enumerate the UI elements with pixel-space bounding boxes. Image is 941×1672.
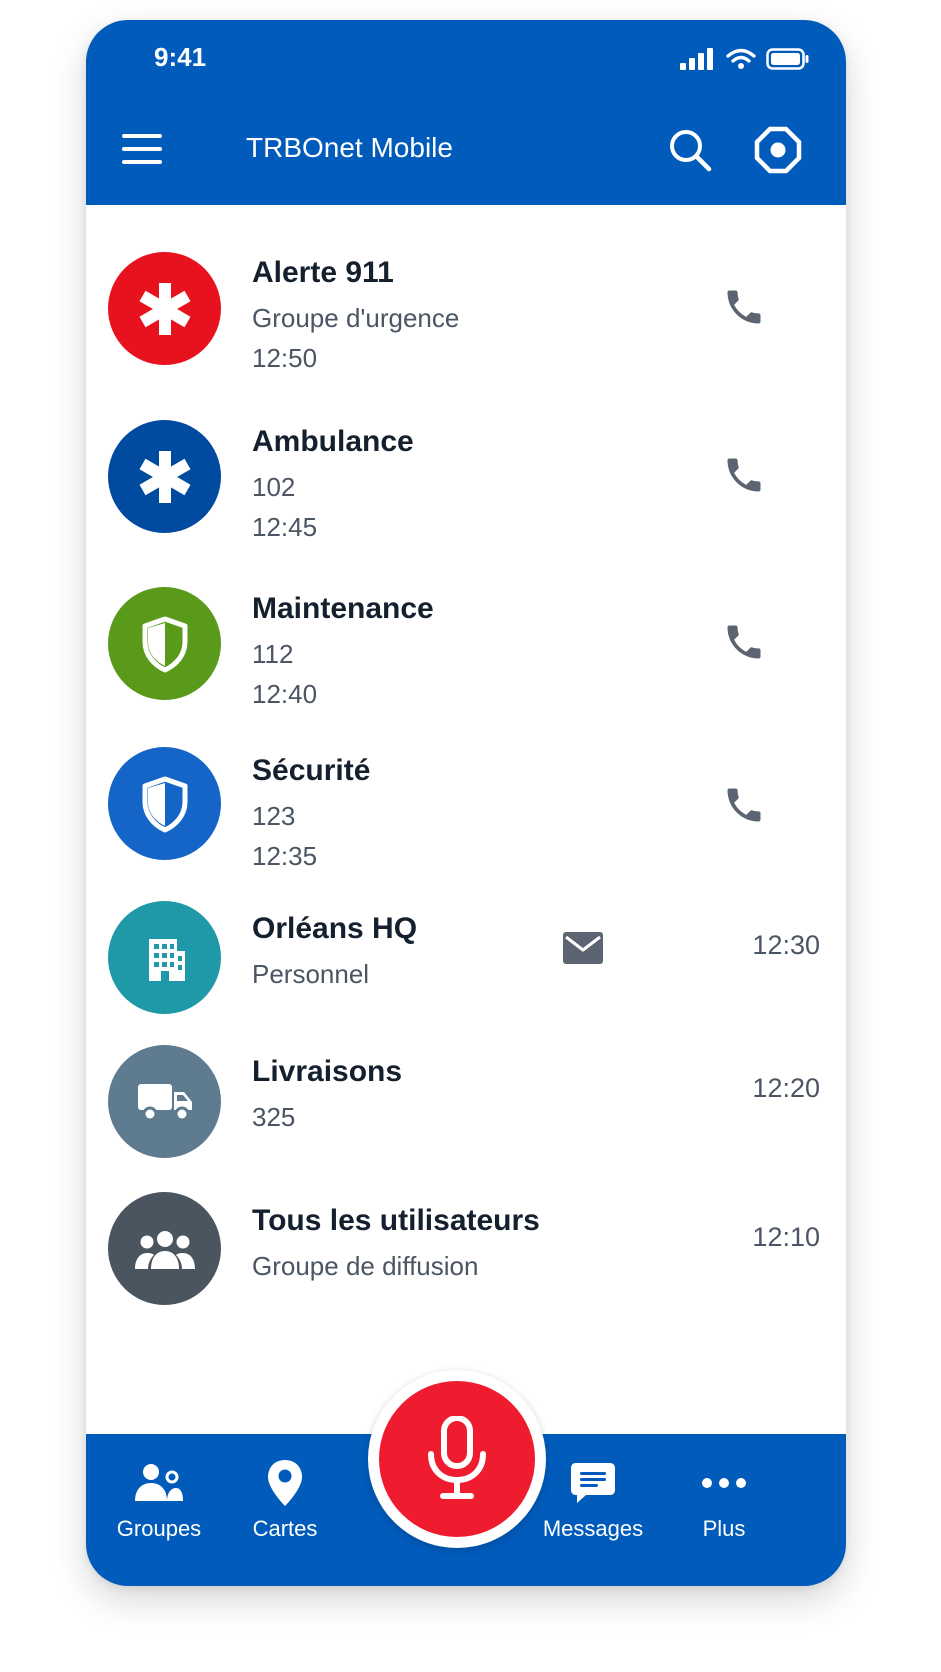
item-time: 12:10 xyxy=(752,1222,820,1252)
octagon-status-icon xyxy=(754,126,802,174)
battery-icon xyxy=(766,48,809,70)
item-subtitle: 123 xyxy=(252,801,296,831)
shield-icon xyxy=(142,776,187,832)
item-name: Sécurité xyxy=(252,754,371,787)
radio-status-button[interactable] xyxy=(754,126,802,174)
item-subtitle: 112 xyxy=(252,639,294,669)
item-name: Livraisons xyxy=(252,1055,403,1088)
phone-icon xyxy=(727,788,761,822)
call-button[interactable] xyxy=(722,285,770,333)
nav-groups[interactable]: Groupes xyxy=(114,1434,204,1586)
avatar xyxy=(108,1045,221,1158)
item-time: 12:30 xyxy=(752,930,820,960)
list-item[interactable]: Sécurité 123 12:35 xyxy=(86,707,846,871)
signal-icon xyxy=(680,48,713,70)
nav-messages-label: Messages xyxy=(542,1516,644,1541)
item-name: Ambulance xyxy=(252,425,414,458)
item-time: 12:45 xyxy=(252,512,318,542)
status-icons xyxy=(680,48,810,70)
call-button[interactable] xyxy=(722,453,770,501)
wifi-icon xyxy=(726,48,756,69)
message-icon xyxy=(571,1463,615,1503)
list-item[interactable]: Orléans HQ Personnel 12:30 xyxy=(86,869,846,1017)
item-time: 12:35 xyxy=(252,841,318,871)
list-item[interactable]: Ambulance 102 12:45 xyxy=(86,375,846,542)
item-subtitle: 102 xyxy=(252,472,296,502)
building-icon xyxy=(148,938,185,981)
avatar xyxy=(108,901,221,1014)
item-name: Orléans HQ xyxy=(252,912,418,945)
call-button[interactable] xyxy=(722,620,770,668)
push-to-talk-button[interactable] xyxy=(379,1381,535,1537)
phone-icon xyxy=(727,290,761,324)
search-button[interactable] xyxy=(666,126,714,174)
asterisk-icon xyxy=(138,282,191,335)
avatar xyxy=(108,420,221,533)
item-subtitle: Groupe de diffusion xyxy=(252,1251,479,1281)
groups-icon xyxy=(135,1464,183,1501)
microphone-icon xyxy=(428,1416,486,1499)
list-item[interactable]: Maintenance 112 12:40 xyxy=(86,542,846,709)
item-name: Tous les utilisateurs xyxy=(252,1204,540,1237)
item-subtitle: 325 xyxy=(252,1102,296,1132)
envelope-icon xyxy=(561,930,605,966)
status-time: 9:41 xyxy=(154,42,207,72)
top-app-bar: 9:41 TRBOnet Mobile xyxy=(86,20,846,205)
item-time: 12:50 xyxy=(252,343,318,373)
avatar xyxy=(108,1192,221,1305)
list-item[interactable]: Alerte 911 Groupe d'urgence 12:50 xyxy=(86,205,846,375)
item-name: Maintenance xyxy=(252,592,434,625)
more-icon xyxy=(702,1478,746,1488)
search-icon xyxy=(670,130,712,172)
list-item[interactable]: Tous les utilisateurs Groupe de diffusio… xyxy=(86,1162,846,1312)
item-time: 12:20 xyxy=(752,1073,820,1103)
app-title: TRBOnet Mobile xyxy=(246,132,453,163)
nav-maps[interactable]: Cartes xyxy=(240,1434,330,1586)
list-item[interactable]: Livraisons 325 12:20 xyxy=(86,1017,846,1162)
avatar xyxy=(108,252,221,365)
item-subtitle: Groupe d'urgence xyxy=(252,303,460,333)
shield-icon xyxy=(142,616,187,672)
nav-more[interactable]: Plus xyxy=(684,1434,764,1586)
nav-groups-label: Groupes xyxy=(116,1516,202,1541)
item-subtitle: Personnel xyxy=(252,959,370,989)
avatar xyxy=(108,747,221,860)
map-pin-icon xyxy=(268,1460,302,1506)
asterisk-icon xyxy=(138,450,191,503)
nav-maps-label: Cartes xyxy=(252,1516,318,1541)
call-button[interactable] xyxy=(722,783,770,831)
item-name: Alerte 911 xyxy=(252,256,394,289)
menu-button[interactable] xyxy=(122,132,164,166)
item-time: 12:40 xyxy=(252,679,318,709)
phone-frame: 9:41 TRBOnet Mobile Alerte 911 Groupe d'… xyxy=(86,20,846,1586)
hamburger-icon xyxy=(122,134,162,164)
nav-more-label: Plus xyxy=(702,1516,746,1541)
group-icon xyxy=(134,1230,195,1269)
phone-icon xyxy=(727,458,761,492)
avatar xyxy=(108,587,221,700)
nav-messages[interactable]: Messages xyxy=(538,1434,648,1586)
truck-icon xyxy=(137,1083,192,1121)
phone-icon xyxy=(727,625,761,659)
